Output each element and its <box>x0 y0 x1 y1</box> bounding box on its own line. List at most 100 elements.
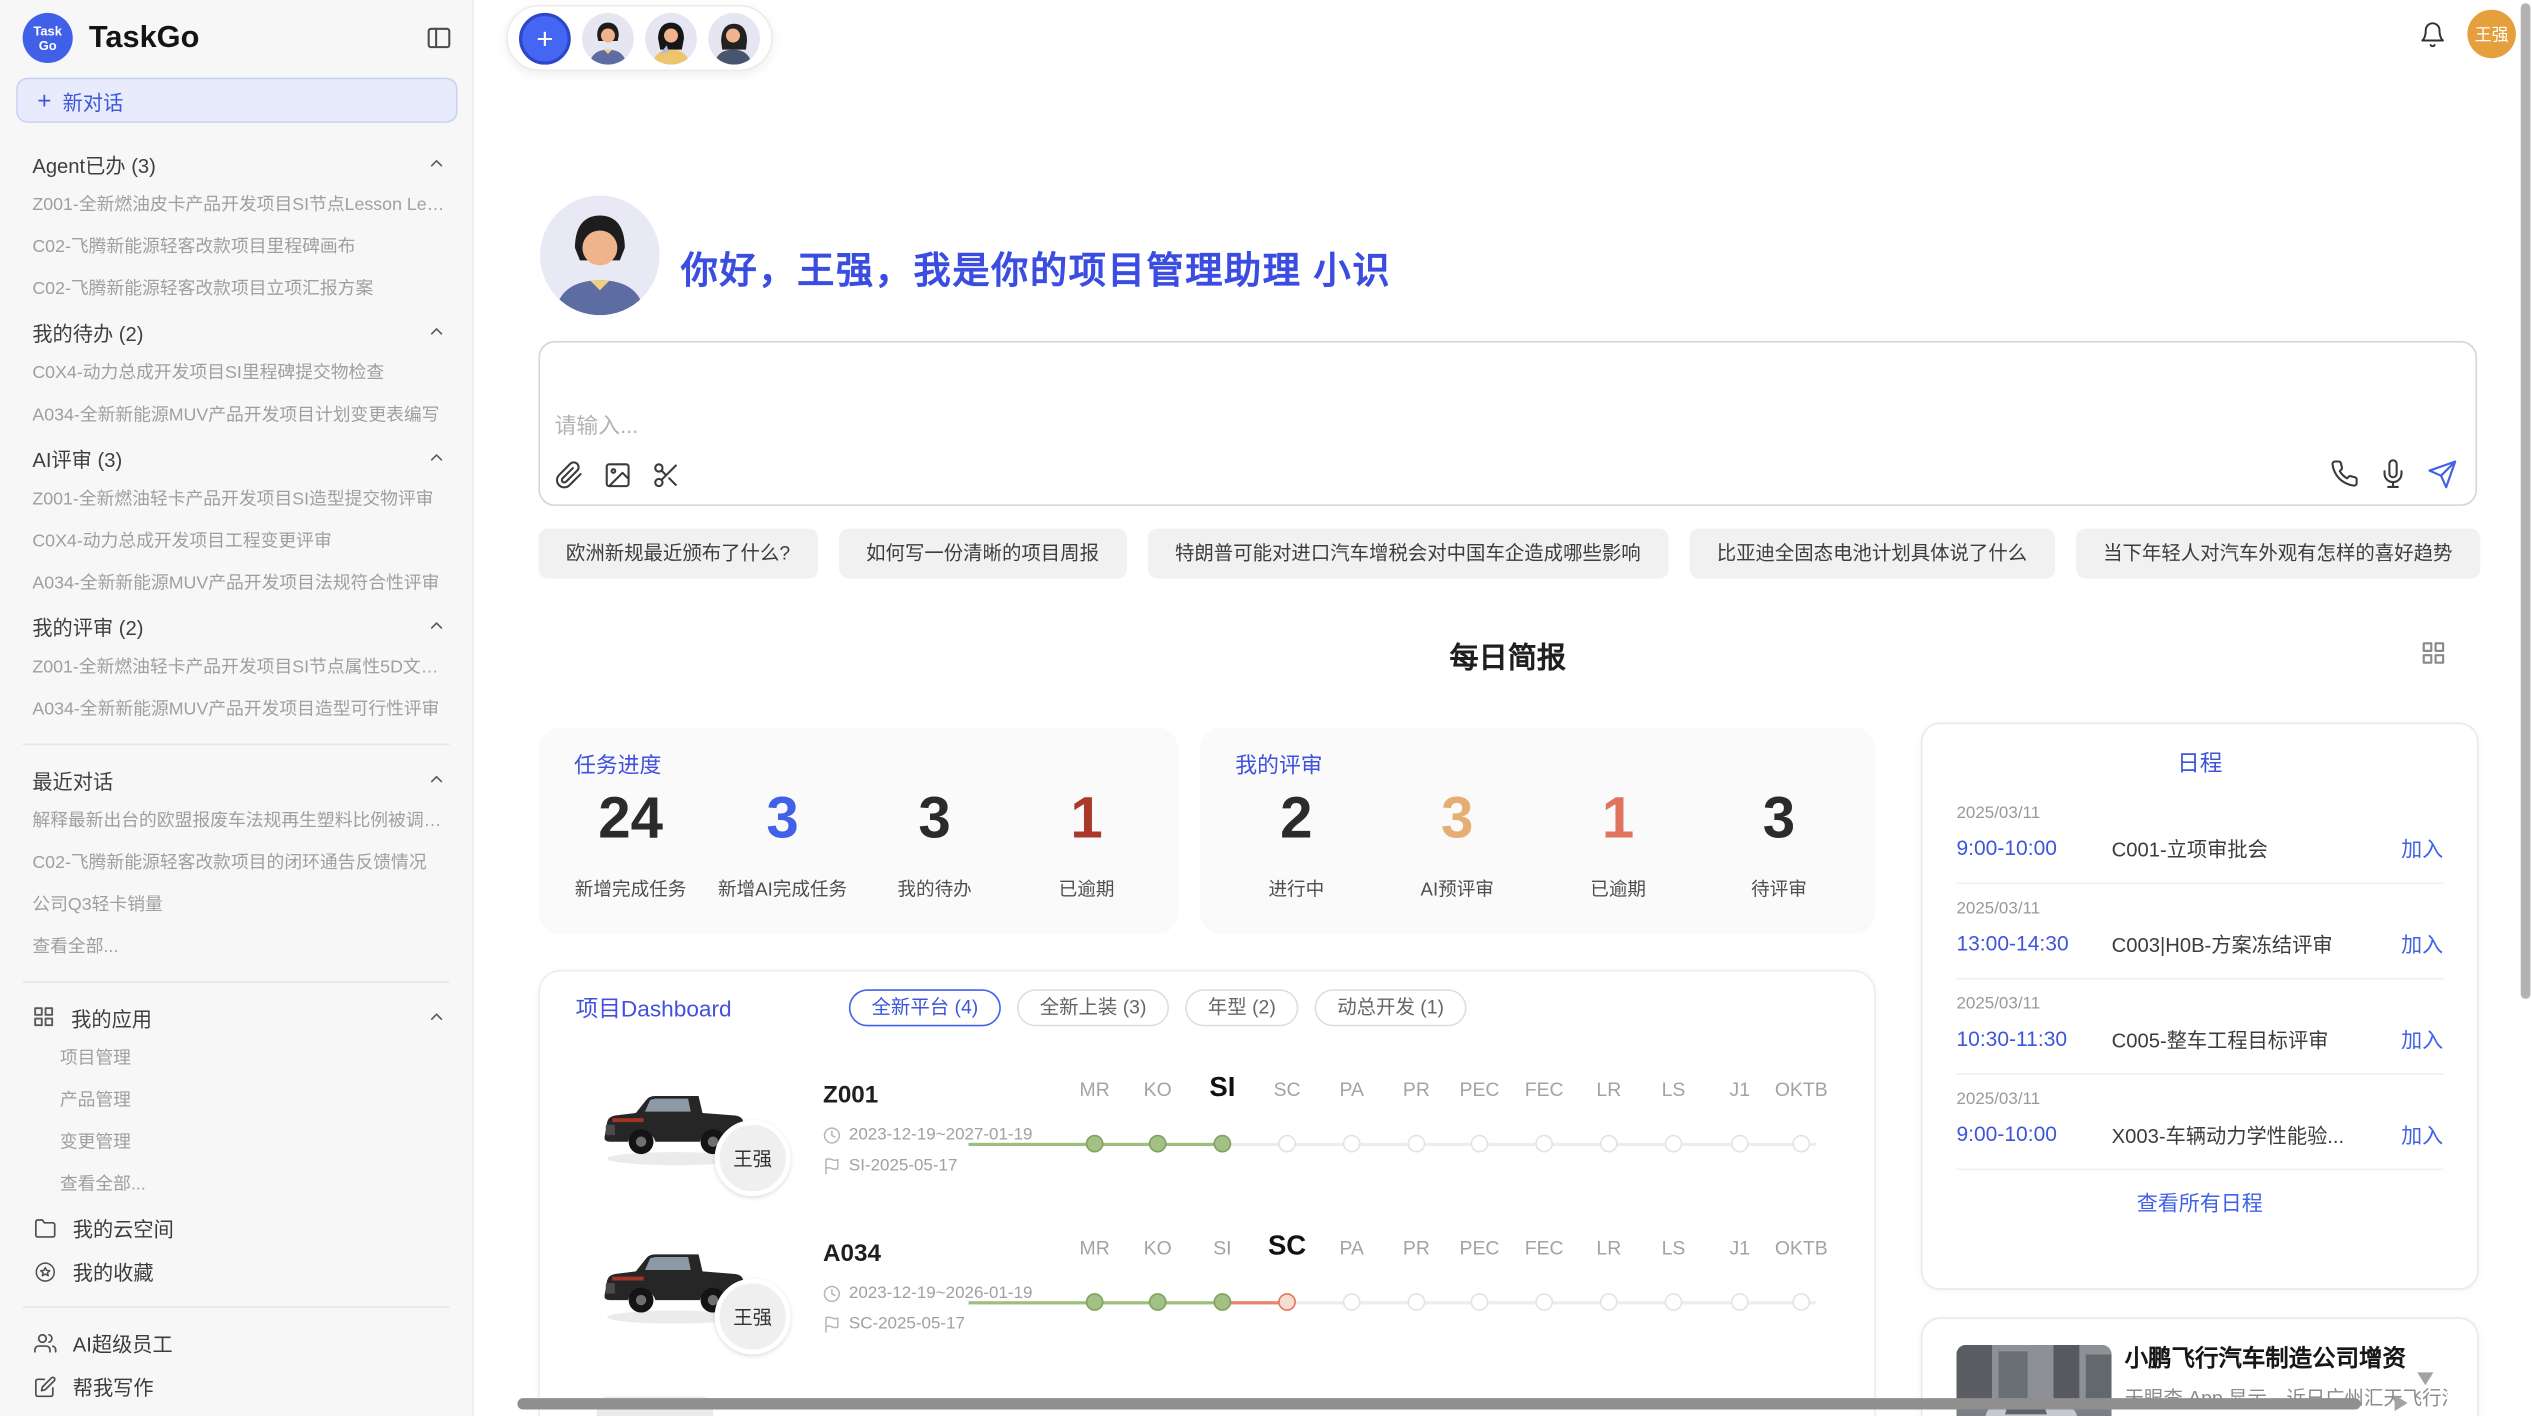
suggestion-chip[interactable]: 欧洲新规最近颁布了什么? <box>538 529 817 579</box>
tab-new-body[interactable]: 全新上装 (3) <box>1017 989 1169 1026</box>
milestone-label: PR <box>1403 1237 1430 1260</box>
app-title: TaskGo <box>89 20 425 56</box>
section-title: Agent已办 (3) <box>32 148 427 179</box>
section-header-my-apps[interactable]: 我的应用 <box>0 996 472 1038</box>
stat-overdue: 1 已逾期 <box>1538 782 1699 902</box>
recent-chat-item[interactable]: C02-飞腾新能源轻客改款项目的闭环通告反馈情况 <box>0 842 472 884</box>
phone-icon[interactable] <box>2330 459 2359 488</box>
sidebar-item[interactable]: Z001-全新燃油轻卡产品开发项目SI节点属性5D文件评审 <box>0 647 472 689</box>
logo-text-line2: Go <box>39 38 57 53</box>
milestone-timeline: MR KO SI SC PA PR PEC FEC LR LS J1 OKTB <box>540 1237 1874 1318</box>
suggestion-chip[interactable]: 比亚迪全固态电池计划具体说了什么 <box>1689 529 2054 579</box>
flag-icon <box>823 1315 841 1333</box>
sidebar-item[interactable]: Z001-全新燃油轻卡产品开发项目SI造型提交物评审 <box>0 478 472 520</box>
milestone-dot-done <box>1213 1135 1231 1153</box>
milestone-dot <box>1408 1293 1426 1311</box>
join-button[interactable]: 加入 <box>2401 1119 2443 1150</box>
section-header-recent-chats[interactable]: 最近对话 <box>0 758 472 800</box>
send-icon[interactable] <box>2427 459 2458 490</box>
sidebar-item-favorites[interactable]: 我的收藏 <box>0 1249 472 1293</box>
stat-ai-pre-review: 3 AI预评审 <box>1377 782 1538 902</box>
project-dashboard-card: 项目Dashboard 全新平台 (4) 全新上装 (3) 年型 (2) 动总开… <box>538 970 1875 1416</box>
app-root: Task Go TaskGo + 新对话 Agent已办 (3) Z001-全新… <box>0 0 2532 1416</box>
composer[interactable]: 请输入... <box>538 341 2477 506</box>
briefing-layout-icon[interactable] <box>2420 640 2446 674</box>
vertical-scrollbar[interactable] <box>2521 3 2531 999</box>
milestone-label: KO <box>1144 1078 1172 1101</box>
milestone-dot-done <box>1086 1293 1104 1311</box>
add-agent-button[interactable]: + <box>519 12 571 64</box>
app-logo: Task Go <box>23 13 73 63</box>
sidebar-item-creative-drawing[interactable]: 创意制图 <box>0 1408 472 1416</box>
main-content: + 王强 你好，王强，我是你的项目管理助理 小识 请输入... <box>474 0 2532 1416</box>
chevron-up-icon <box>427 1007 446 1026</box>
join-button[interactable]: 加入 <box>2401 832 2443 863</box>
milestone-dot <box>1343 1135 1361 1153</box>
milestone-dot <box>1471 1135 1489 1153</box>
sidebar-item[interactable]: A034-全新新能源MUV产品开发项目计划变更表编写 <box>0 394 472 436</box>
recent-chat-item[interactable]: 解释最新出台的欧盟报废车法规再生塑料比例被调至15%... <box>0 800 472 842</box>
milestone-label: OKTB <box>1775 1237 1828 1260</box>
schedule-event: 2025/03/11 9:00-10:00 C001-立项审批会 加入 <box>1956 789 2443 884</box>
agent-avatar[interactable] <box>708 12 760 64</box>
app-item-product-mgmt[interactable]: 产品管理 <box>0 1080 472 1122</box>
user-avatar[interactable]: 王强 <box>2467 10 2516 58</box>
scissors-icon[interactable] <box>652 461 681 490</box>
milestone-dot <box>1600 1135 1618 1153</box>
join-button[interactable]: 加入 <box>2401 1023 2443 1054</box>
sidebar-item[interactable]: C02-飞腾新能源轻客改款项目立项汇报方案 <box>0 268 472 310</box>
tab-powertrain-dev[interactable]: 动总开发 (1) <box>1315 989 1467 1026</box>
suggestion-chip[interactable]: 如何写一份清晰的项目周报 <box>839 529 1127 579</box>
logo-text-line1: Task <box>33 23 62 38</box>
new-chat-button[interactable]: + 新对话 <box>16 78 457 123</box>
join-button[interactable]: 加入 <box>2401 928 2443 959</box>
section-header-ai-review[interactable]: AI评审 (3) <box>0 436 472 478</box>
sidebar-item[interactable]: C02-飞腾新能源轻客改款项目里程碑画布 <box>0 226 472 268</box>
milestone-label: PEC <box>1460 1237 1500 1260</box>
sidebar-item[interactable]: C0X4-动力总成开发项目SI里程碑提交物检查 <box>0 352 472 394</box>
ai-super-staff-label: AI超级员工 <box>73 1327 173 1358</box>
milestone-dot <box>1471 1293 1489 1311</box>
scroll-right-arrow-icon[interactable] <box>2395 1395 2408 1411</box>
sidebar-item[interactable]: C0X4-动力总成开发项目工程变更评审 <box>0 520 472 562</box>
milestone-label: FEC <box>1525 1078 1564 1101</box>
sidebar-item[interactable]: A034-全新新能源MUV产品开发项目造型可行性评审 <box>0 689 472 731</box>
milestone-dot-done <box>1149 1293 1167 1311</box>
section-header-agent-done[interactable]: Agent已办 (3) <box>0 142 472 184</box>
sidebar-collapse-icon[interactable] <box>425 24 452 51</box>
tab-model-year[interactable]: 年型 (2) <box>1185 989 1298 1026</box>
app-item-change-mgmt[interactable]: 变更管理 <box>0 1122 472 1164</box>
schedule-card: 日程 2025/03/11 9:00-10:00 C001-立项审批会 加入 2… <box>1921 723 2479 1290</box>
app-item-project-mgmt[interactable]: 项目管理 <box>0 1038 472 1080</box>
suggestion-chip[interactable]: 当下年轻人对汽车外观有怎样的喜好趋势 <box>2076 529 2480 579</box>
stat-pending-review: 3 待评审 <box>1699 782 1860 902</box>
notifications-bell-icon[interactable] <box>2419 20 2446 47</box>
microphone-icon[interactable] <box>2378 459 2407 488</box>
sidebar-item[interactable]: Z001-全新燃油皮卡产品开发项目SI节点Lesson Learn报告 <box>0 184 472 226</box>
view-all-schedule-link[interactable]: 查看所有日程 <box>1956 1170 2443 1233</box>
paperclip-icon[interactable] <box>555 461 584 490</box>
apps-grid-icon <box>32 1005 55 1028</box>
milestone-label: J1 <box>1730 1237 1751 1260</box>
agent-avatar[interactable] <box>645 12 697 64</box>
sidebar-item-cloud-space[interactable]: 我的云空间 <box>0 1206 472 1250</box>
apps-view-all[interactable]: 查看全部... <box>0 1164 472 1206</box>
task-progress-card: 任务进度 24 新增完成任务 3 新增AI完成任务 3 我的待办 1 已逾期 <box>538 727 1178 934</box>
milestone-dot-overdue <box>1278 1293 1296 1311</box>
section-header-my-todo[interactable]: 我的待办 (2) <box>0 310 472 352</box>
sidebar-item-ai-super-staff[interactable]: AI超级员工 <box>0 1321 472 1365</box>
suggestion-chip[interactable]: 特朗普可能对进口汽车增税会对中国车企造成哪些影响 <box>1148 529 1669 579</box>
composer-placeholder: 请输入... <box>555 407 639 439</box>
image-icon[interactable] <box>603 461 632 490</box>
agent-avatar[interactable] <box>582 12 634 64</box>
scroll-down-arrow-icon[interactable] <box>2417 1372 2433 1385</box>
horizontal-scrollbar[interactable] <box>517 1398 2360 1409</box>
tab-all-new-platform[interactable]: 全新平台 (4) <box>849 989 1001 1026</box>
milestone-label: LS <box>1662 1237 1686 1260</box>
section-header-my-review[interactable]: 我的评审 (2) <box>0 605 472 647</box>
sidebar-item-help-me-write[interactable]: 帮我写作 <box>0 1364 472 1408</box>
recent-chats-view-all[interactable]: 查看全部... <box>0 926 472 968</box>
sidebar-item[interactable]: A034-全新新能源MUV产品开发项目法规符合性评审 <box>0 563 472 605</box>
divider <box>23 981 450 983</box>
recent-chat-item[interactable]: 公司Q3轻卡销量 <box>0 884 472 926</box>
